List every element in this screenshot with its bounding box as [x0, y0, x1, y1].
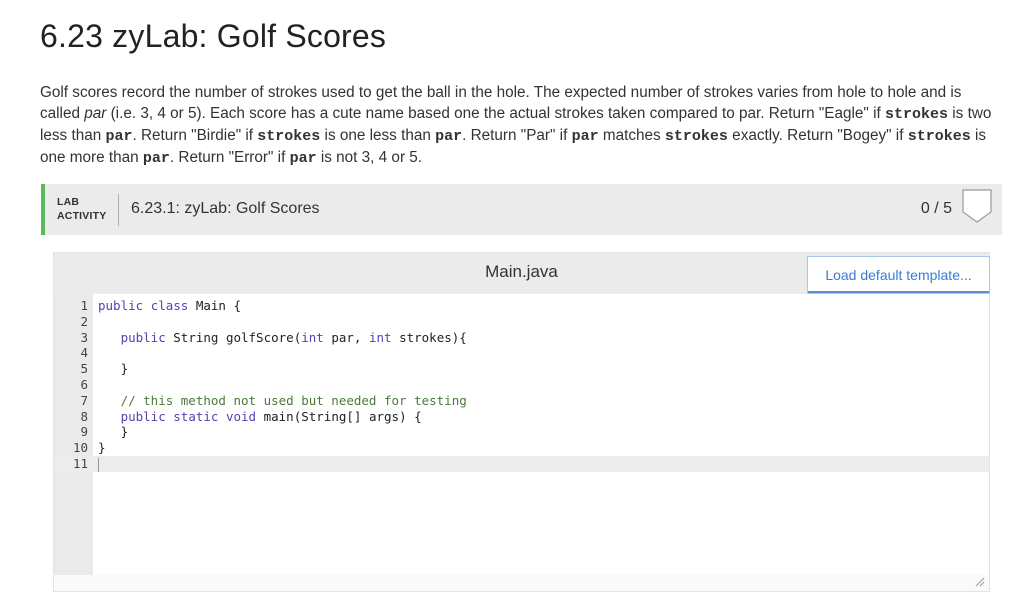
page-title: 6.23 zyLab: Golf Scores	[40, 18, 387, 54]
inline-code: par	[105, 128, 133, 145]
description-text: exactly. Return "Bogey" if	[727, 127, 908, 144]
line-number: 10	[72, 440, 88, 456]
line-number: 5	[80, 361, 88, 377]
code-line[interactable]: 7 // this method not used but needed for…	[54, 393, 989, 409]
line-number: 3	[80, 329, 88, 345]
shield-outline-icon	[962, 189, 992, 223]
inline-code: strokes	[885, 106, 949, 123]
inline-code: par	[289, 150, 317, 167]
lab-activity-header: LAB ACTIVITY 6.23.1: zyLab: Golf Scores …	[41, 184, 1002, 235]
description-text: . Return "Error" if	[169, 149, 290, 166]
line-number: 4	[80, 345, 88, 361]
code-text: }	[98, 440, 106, 456]
inline-code: par	[142, 150, 170, 167]
code-line[interactable]: 10}	[54, 440, 989, 456]
code-line[interactable]: 1 public class Main {	[54, 298, 989, 314]
code-line[interactable]: 4	[54, 345, 989, 361]
code-line[interactable]: 2	[54, 314, 989, 330]
line-number: 9	[80, 424, 88, 440]
lab-activity-label: LAB ACTIVITY	[57, 196, 107, 222]
line-number: 1	[80, 298, 88, 313]
text-cursor	[98, 457, 99, 472]
editor-toolbar: Main.java Load default template...	[54, 253, 990, 294]
inline-code: par	[571, 128, 599, 145]
line-number: 6	[80, 377, 88, 392]
line-number: 8	[80, 408, 88, 424]
line-number: 2	[80, 313, 88, 329]
code-editor: Main.java Load default template... 1 publ…	[53, 252, 990, 592]
problem-description: Golf scores record the number of strokes…	[40, 82, 1000, 169]
code-text: }	[98, 361, 129, 377]
code-text: }	[98, 424, 129, 440]
description-text: matches	[598, 127, 665, 144]
lab-title: 6.23.1: zyLab: Golf Scores	[131, 200, 320, 217]
description-text: . Return "Birdie" if	[132, 127, 258, 144]
resize-handle-icon[interactable]	[973, 575, 985, 587]
inline-code: par	[435, 128, 463, 145]
description-text: (i.e. 3, 4 or 5). Each score has a cute …	[106, 105, 886, 122]
code-line[interactable]: 5 }	[54, 361, 989, 377]
description-text: is not 3, 4 or 5.	[316, 149, 423, 166]
description-text: . Return "Par" if	[462, 127, 572, 144]
load-default-template-button[interactable]: Load default template...	[807, 256, 990, 294]
header-divider	[118, 194, 119, 226]
code-text	[98, 456, 99, 472]
lab-score: 0 / 5	[920, 200, 952, 217]
line-number: 7	[80, 392, 88, 408]
code-line[interactable]: 9 }	[54, 424, 989, 440]
code-text: // this method not used but needed for t…	[120, 392, 467, 408]
code-line[interactable]: 8 public static void main(String[] args)…	[54, 409, 989, 425]
inline-code: strokes	[257, 128, 321, 145]
inline-code: strokes	[664, 128, 728, 145]
line-number: 11	[72, 456, 88, 471]
code-line[interactable]: 11	[54, 456, 989, 472]
code-text: public String golfScore(int par, int str…	[120, 329, 467, 345]
inline-code: strokes	[907, 128, 971, 145]
code-input-area[interactable]: 1 public class Main { 2 3 public String gol…	[54, 294, 989, 575]
code-line[interactable]: 6	[54, 377, 989, 393]
description-text: par	[84, 105, 107, 122]
code-line[interactable]: 3 public String golfScore(int par, int s…	[54, 330, 989, 346]
description-text: is one less than	[320, 127, 436, 144]
code-text: public class Main {	[98, 298, 242, 313]
code-text: public static void main(String[] args) {	[120, 408, 422, 424]
